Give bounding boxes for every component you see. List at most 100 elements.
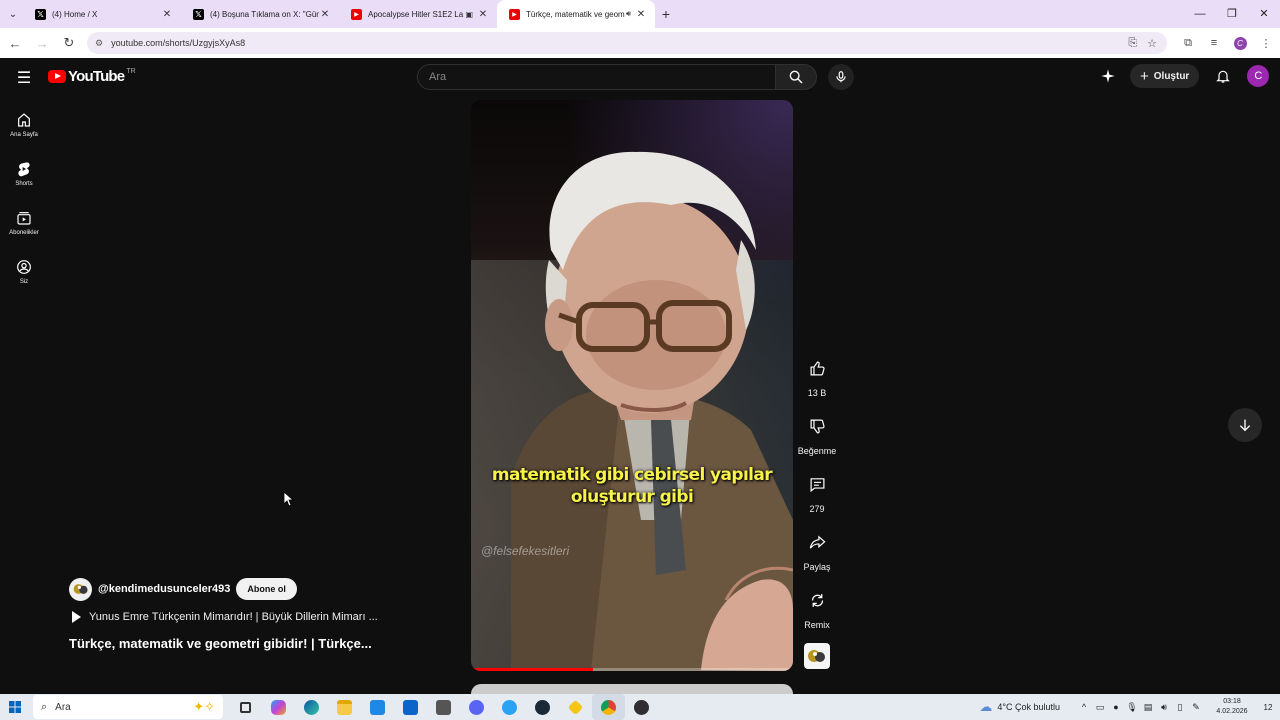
chrome-icon[interactable]	[592, 694, 625, 720]
shorts-video-player[interactable]: matematik gibi cebirsel yapılar oluşturu…	[471, 100, 793, 671]
site-info-icon[interactable]: ⚙	[95, 38, 103, 49]
media-player-icon[interactable]	[427, 694, 460, 720]
logo-text: YouTube	[68, 68, 125, 85]
thumbs-up-icon	[810, 361, 825, 375]
outlook-icon[interactable]	[394, 694, 427, 720]
browser-tab-strip: ⌄ 𝕏 (4) Home / X ✕ 𝕏 (4) Boşuna Tıklama …	[0, 0, 1280, 28]
gemini-sparkle-icon[interactable]	[1100, 68, 1116, 84]
minimize-icon[interactable]: —	[1184, 0, 1216, 28]
channel-logo-icon	[73, 584, 88, 594]
share-button[interactable]: Paylaş	[796, 527, 838, 572]
search-bar: Ara	[417, 64, 817, 90]
video-title[interactable]: Türkçe, matematik ve geometri gibidir! |…	[69, 636, 429, 651]
forward-icon[interactable]: →	[30, 36, 54, 51]
tab-search-dropdown-icon[interactable]: ⌄	[3, 4, 23, 24]
media-control-icon[interactable]: ≡	[1201, 37, 1227, 49]
file-explorer-icon[interactable]	[328, 694, 361, 720]
bookmark-star-icon[interactable]: ☆	[1147, 37, 1157, 50]
subtitle-line: oluşturur gibi	[570, 487, 694, 507]
x-logo-icon: 𝕏	[193, 8, 204, 20]
obs-studio-icon[interactable]	[625, 694, 658, 720]
sidebar-item-subscriptions[interactable]: Abonelikler	[0, 198, 48, 247]
browser-tab[interactable]: ▶ Apocalypse Hitler S1E2 La 1 ▣ ✕	[339, 0, 497, 28]
copilot-icon[interactable]	[262, 694, 295, 720]
thumbs-down-icon	[810, 419, 825, 433]
related-video-link[interactable]: Yunus Emre Türkçenin Mimarıdır! | Büyük …	[69, 609, 429, 625]
profile-avatar-icon[interactable]: C	[1227, 36, 1253, 50]
browser-tab[interactable]: 𝕏 (4) Home / X ✕	[23, 0, 181, 28]
sidebar-item-home[interactable]: Ana Sayfa	[0, 100, 48, 149]
shorts-action-bar: 13 B Beğenme 279 Paylaş Remix	[796, 353, 838, 682]
task-view-icon[interactable]	[229, 694, 262, 720]
extensions-icon[interactable]: ⧉	[1175, 37, 1201, 50]
close-tab-icon[interactable]: ✕	[635, 9, 647, 20]
weather-widget[interactable]: ☁ 4°C Çok bulutlu	[979, 699, 1060, 715]
start-button[interactable]	[0, 701, 30, 713]
tray-app-icon[interactable]: ▭	[1092, 702, 1108, 713]
youtube-play-logo-icon	[48, 70, 66, 83]
search-input[interactable]: Ara	[417, 64, 775, 90]
browser-tab[interactable]: 𝕏 (4) Boşuna Tıklama on X: "Güne ✕	[181, 0, 339, 28]
channel-avatar[interactable]	[69, 577, 92, 601]
like-count: 13 B	[807, 388, 827, 398]
microphone-icon[interactable]: 🎙︎	[1124, 702, 1140, 713]
steam-icon[interactable]	[526, 694, 559, 720]
microsoft-store-icon[interactable]	[361, 694, 394, 720]
telegram-icon[interactable]	[493, 694, 526, 720]
install-app-icon[interactable]: ⎘	[1128, 37, 1137, 50]
volume-icon[interactable]: 🔊︎	[1156, 702, 1172, 713]
account-avatar[interactable]: C	[1247, 65, 1270, 87]
sidebar-item-shorts[interactable]: Shorts	[0, 149, 48, 198]
discord-icon[interactable]	[460, 694, 493, 720]
omnibox[interactable]: ⚙ youtube.com/shorts/UzgyjsXyAs8 ⎘ ☆	[87, 32, 1167, 54]
restore-icon[interactable]: ❐	[1216, 0, 1248, 28]
close-window-icon[interactable]: ✕	[1248, 0, 1280, 28]
close-tab-icon[interactable]: ✕	[319, 9, 331, 20]
remix-icon	[811, 593, 823, 607]
audio-playing-icon[interactable]: 🔊︎	[626, 9, 631, 19]
new-tab-button[interactable]: +	[655, 6, 677, 22]
channel-logo-icon	[808, 650, 825, 662]
search-button[interactable]	[775, 64, 817, 90]
youtube-logo[interactable]: YouTube TR	[48, 68, 136, 85]
sound-channel-thumbnail[interactable]	[796, 643, 838, 669]
remix-button[interactable]: Remix	[796, 585, 838, 630]
notifications-bell-icon[interactable]	[1215, 68, 1231, 84]
voice-search-button[interactable]	[828, 64, 854, 90]
video-progress-bar[interactable]	[471, 668, 793, 671]
like-button[interactable]: 13 B	[796, 353, 838, 398]
comments-button[interactable]: 279	[796, 469, 838, 514]
close-tab-icon[interactable]: ✕	[161, 9, 173, 20]
network-icon[interactable]: ▤	[1140, 702, 1156, 713]
chevron-up-icon[interactable]: ^	[1076, 702, 1092, 712]
close-tab-icon[interactable]: ✕	[477, 9, 489, 20]
tray-app-icon[interactable]: ●	[1108, 702, 1124, 712]
search-icon	[789, 70, 803, 84]
battery-icon[interactable]: ▯	[1172, 702, 1188, 713]
taskbar-search-placeholder: Ara	[55, 701, 71, 713]
menu-icon[interactable]: ☰	[14, 68, 34, 88]
url-text: youtube.com/shorts/UzgyjsXyAs8	[111, 38, 246, 48]
video-frame-person	[511, 151, 793, 671]
pen-icon[interactable]: ✎	[1188, 702, 1204, 713]
video-watermark: @felsefekesitleri	[481, 544, 570, 558]
back-icon[interactable]: ←	[3, 36, 27, 51]
clock[interactable]: 03:18 4.02.2026	[1208, 697, 1256, 717]
channel-name[interactable]: @kendimedusunceler493	[98, 583, 230, 595]
browser-menu-icon[interactable]: ⋮	[1253, 37, 1279, 50]
edge-browser-icon[interactable]	[295, 694, 328, 720]
create-button[interactable]: + Oluştur	[1130, 64, 1200, 88]
reload-icon[interactable]: ↻	[57, 35, 81, 51]
taskbar-search[interactable]: ⌕ Ara ✦✧	[33, 695, 223, 719]
subscribe-button[interactable]: Abone ol	[236, 578, 297, 600]
app-icon[interactable]	[559, 694, 592, 720]
notification-count: 12	[1263, 702, 1273, 712]
plus-icon: +	[1140, 67, 1149, 85]
browser-tab-active[interactable]: ▶ Türkçe, matematik ve geom 🔊︎ ✕	[497, 0, 655, 28]
dislike-button[interactable]: Beğenme	[796, 411, 838, 456]
sidebar-item-you[interactable]: Siz	[0, 247, 48, 296]
youtube-favicon-icon: ▶	[351, 8, 362, 20]
next-video-button[interactable]	[1228, 408, 1262, 442]
notifications-button[interactable]: 12	[1256, 703, 1280, 712]
search-highlight-icon: ✦✧	[193, 699, 215, 714]
